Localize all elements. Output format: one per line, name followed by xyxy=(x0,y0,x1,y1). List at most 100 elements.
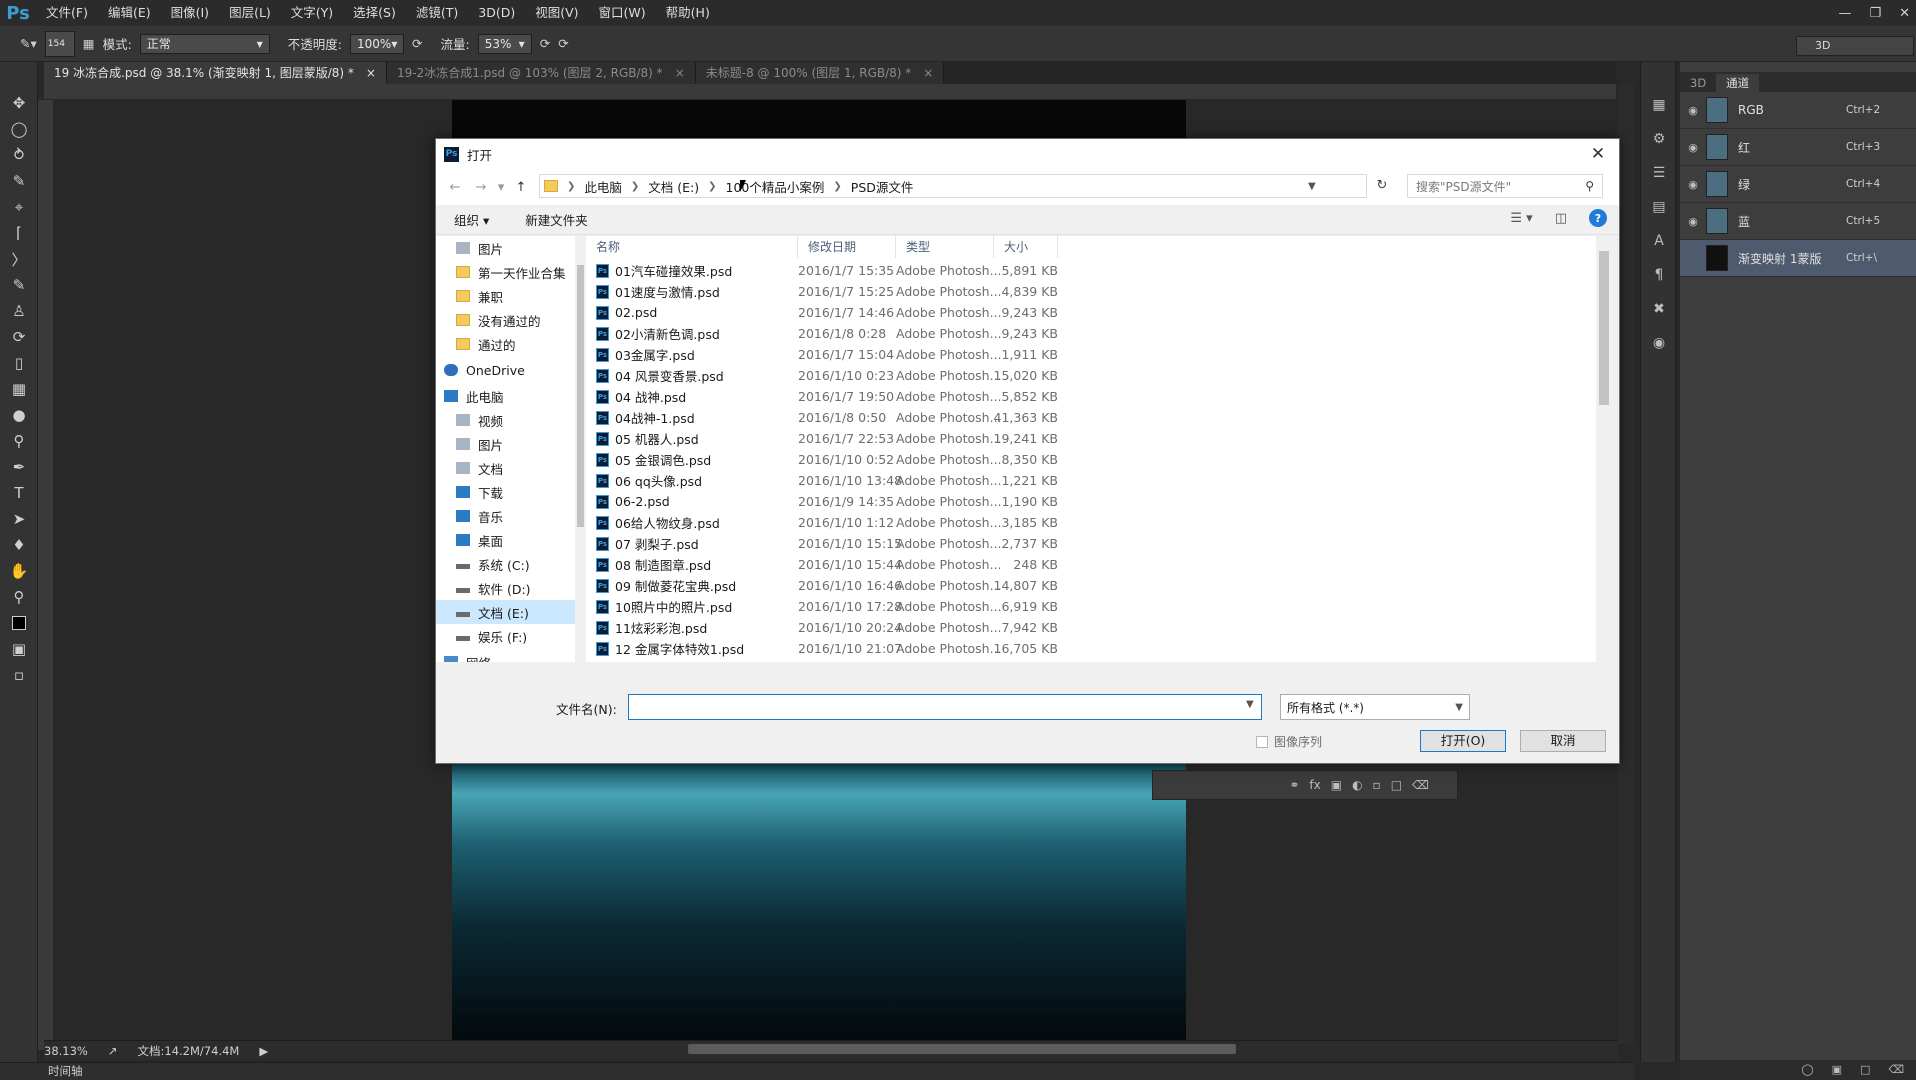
eyedropper-tool-icon[interactable]: ⌈ xyxy=(0,220,38,246)
chevron-down-icon[interactable]: ▼ xyxy=(1308,181,1322,192)
file-row[interactable]: Ps 06-2.psd 2016/1/9 14:35 Adobe Photosh...… xyxy=(586,491,1596,512)
channels-panel-icon[interactable]: ◉ xyxy=(1641,326,1677,360)
zoom-level[interactable]: 38.13% xyxy=(44,1044,88,1058)
pen-tool-icon[interactable]: ✒ xyxy=(0,454,38,480)
file-row[interactable]: Ps 05 金银调色.psd 2016/1/10 0:52 Adobe Photosh… xyxy=(586,449,1596,470)
canvas-vertical-scrollbar[interactable] xyxy=(1618,84,1634,1044)
fx-icon[interactable]: fx xyxy=(1309,778,1320,792)
file-row[interactable]: Ps 02小清新色调.psd 2016/1/8 0:28 Adobe Photosh.… xyxy=(586,323,1596,344)
mask-icon[interactable]: ▣ xyxy=(1331,778,1342,792)
image-sequence-option[interactable]: 图像序列 xyxy=(1256,733,1322,750)
address-bar[interactable]: ❯ 此电脑 ❯ 文档 (E:) ❯ 100个精品小案例 ❯ PSD源文件 ▼ xyxy=(539,174,1367,198)
history-brush-icon[interactable]: ⟳ xyxy=(0,324,38,350)
history-panel-icon[interactable]: ▦ xyxy=(1641,88,1677,122)
history-dropdown-icon[interactable]: ▾ xyxy=(494,180,508,195)
file-row[interactable]: Ps13霓虹灯字体效果.psd2016/1/11 0:16Adobe Photo… xyxy=(586,659,1596,662)
open-button[interactable]: 打开(O) xyxy=(1420,730,1506,752)
menu-item[interactable]: 视图(V) xyxy=(525,0,588,26)
paragraph-panel-icon[interactable]: ¶ xyxy=(1641,258,1677,292)
eye-icon[interactable]: ◉ xyxy=(1680,104,1706,117)
channel-row[interactable]: ◉ 红 Ctrl+3 xyxy=(1680,129,1916,166)
eye-icon[interactable]: ◉ xyxy=(1680,178,1706,191)
menu-item[interactable]: 编辑(E) xyxy=(98,0,161,26)
channel-row[interactable]: 渐变映射 1蒙版 Ctrl+\ xyxy=(1680,240,1916,277)
menu-item[interactable]: 图像(I) xyxy=(161,0,219,26)
load-selection-icon[interactable]: ◯ xyxy=(1801,1060,1813,1080)
restore-icon[interactable]: ❐ xyxy=(1869,6,1881,21)
back-icon[interactable]: ← xyxy=(442,180,468,195)
breadcrumb-item[interactable]: 文档 (E:) xyxy=(648,177,699,196)
scrollbar-thumb[interactable] xyxy=(577,265,584,527)
channel-row[interactable]: ◉ 蓝 Ctrl+5 xyxy=(1680,203,1916,240)
tree-item[interactable]: 下载 xyxy=(436,480,584,504)
file-row[interactable]: Ps 04 战神.psd 2016/1/7 19:50 Adobe Photosh..… xyxy=(586,386,1596,407)
tree-item[interactable]: 第一天作业合集 xyxy=(436,260,584,284)
marquee-tool-icon[interactable]: ◯ xyxy=(0,116,38,142)
close-icon[interactable]: × xyxy=(923,62,933,84)
column-type[interactable]: 类型 xyxy=(896,236,994,258)
brush-tool-icon[interactable]: ✎ xyxy=(0,272,38,298)
stamp-tool-icon[interactable]: ♙ xyxy=(0,298,38,324)
tree-item[interactable]: 网络 xyxy=(436,650,584,662)
hand-tool-icon[interactable]: ✋ xyxy=(0,558,38,584)
close-icon[interactable]: ✕ xyxy=(1587,143,1609,165)
share-icon[interactable]: ↗ xyxy=(108,1044,118,1058)
document-tab[interactable]: 未标题-8 @ 100% (图层 1, RGB/8) * × xyxy=(695,62,945,84)
document-tab[interactable]: 19-2冰冻合成1.psd @ 103% (图层 2, RGB/8) * × xyxy=(386,62,696,84)
breadcrumb-item[interactable]: PSD源文件 xyxy=(851,177,914,196)
path-select-tool-icon[interactable]: ➤ xyxy=(0,506,38,532)
eye-icon[interactable]: ◉ xyxy=(1680,141,1706,154)
gradient-tool-icon[interactable]: ▦ xyxy=(0,376,38,402)
close-icon[interactable]: × xyxy=(675,62,685,84)
file-row[interactable]: Ps 02.psd 2016/1/7 14:46 Adobe Photosh... 9,… xyxy=(586,302,1596,323)
menu-item[interactable]: 3D(D) xyxy=(468,0,525,26)
pressure-size-icon[interactable]: ⟳ xyxy=(558,36,568,51)
close-icon[interactable]: × xyxy=(366,62,376,84)
brush-size-picker[interactable]: 154 xyxy=(44,30,75,57)
minimize-icon[interactable]: — xyxy=(1838,6,1851,21)
image-sequence-checkbox[interactable] xyxy=(1256,735,1268,748)
brush-panel-icon[interactable]: ▦ xyxy=(83,36,95,51)
tree-item[interactable]: 此电脑 xyxy=(436,384,584,408)
airbrush-icon[interactable]: ⟳ xyxy=(540,36,550,51)
tree-item[interactable]: 图片 xyxy=(436,236,584,260)
file-row[interactable]: Ps 06给人物纹身.psd 2016/1/10 1:12 Adobe Photosh… xyxy=(586,512,1596,533)
new-layer-icon[interactable]: □ xyxy=(1391,778,1402,792)
tree-item[interactable]: 软件 (D:) xyxy=(436,576,584,600)
trash-icon[interactable]: ⌫ xyxy=(1412,778,1429,792)
preview-pane-icon[interactable]: ◫ xyxy=(1555,211,1567,226)
adjustments-panel-icon[interactable]: ☰ xyxy=(1641,156,1677,190)
flow-input[interactable]: 53% ▾ xyxy=(477,33,532,54)
tree-item[interactable]: 没有通过的 xyxy=(436,308,584,332)
organize-button[interactable]: 组织 ▾ xyxy=(436,210,507,229)
character-panel-icon[interactable]: A xyxy=(1641,224,1677,258)
file-row[interactable]: Ps 12 金属字体特效1.psd 2016/1/10 21:07 Adobe Pho… xyxy=(586,638,1596,659)
dodge-tool-icon[interactable]: ⚲ xyxy=(0,428,38,454)
move-tool-icon[interactable]: ✥ xyxy=(0,90,38,116)
tab-channels[interactable]: 通道 xyxy=(1716,74,1760,92)
new-folder-button[interactable]: 新建文件夹 xyxy=(507,210,606,229)
properties-panel-icon[interactable]: ▤ xyxy=(1641,190,1677,224)
trash-icon[interactable]: ⌫ xyxy=(1888,1060,1904,1080)
forward-icon[interactable]: → xyxy=(468,180,494,195)
tree-item[interactable]: 娱乐 (F:) xyxy=(436,624,584,648)
help-icon[interactable]: ? xyxy=(1589,209,1607,227)
tree-item[interactable]: 音乐 xyxy=(436,504,584,528)
eye-icon[interactable]: ◉ xyxy=(1680,215,1706,228)
up-icon[interactable]: ↑ xyxy=(508,180,534,195)
timeline-bar[interactable]: 时间轴 xyxy=(0,1062,1634,1080)
menu-item[interactable]: 窗口(W) xyxy=(589,0,656,26)
adjustment-icon[interactable]: ◐ xyxy=(1352,778,1362,792)
tree-item[interactable]: 文档 xyxy=(436,456,584,480)
cancel-button[interactable]: 取消 xyxy=(1520,730,1606,752)
search-input[interactable]: 搜索"PSD源文件" ⚲ xyxy=(1407,174,1603,198)
tree-item[interactable]: 视频 xyxy=(436,408,584,432)
channel-row[interactable]: ◉ RGB Ctrl+2 xyxy=(1680,92,1916,129)
menu-item[interactable]: 文字(Y) xyxy=(281,0,343,26)
zoom-tool-icon[interactable]: ⚲ xyxy=(0,584,38,610)
file-row[interactable]: Ps 09 制做菱花宝典.psd 2016/1/10 16:46 Adobe Phot… xyxy=(586,575,1596,596)
brush-tool-icon[interactable]: ✎▾ xyxy=(20,36,37,51)
tree-item[interactable]: 文档 (E:) xyxy=(436,600,584,624)
menu-item[interactable]: 帮助(H) xyxy=(656,0,720,26)
save-selection-icon[interactable]: ▣ xyxy=(1832,1060,1842,1080)
